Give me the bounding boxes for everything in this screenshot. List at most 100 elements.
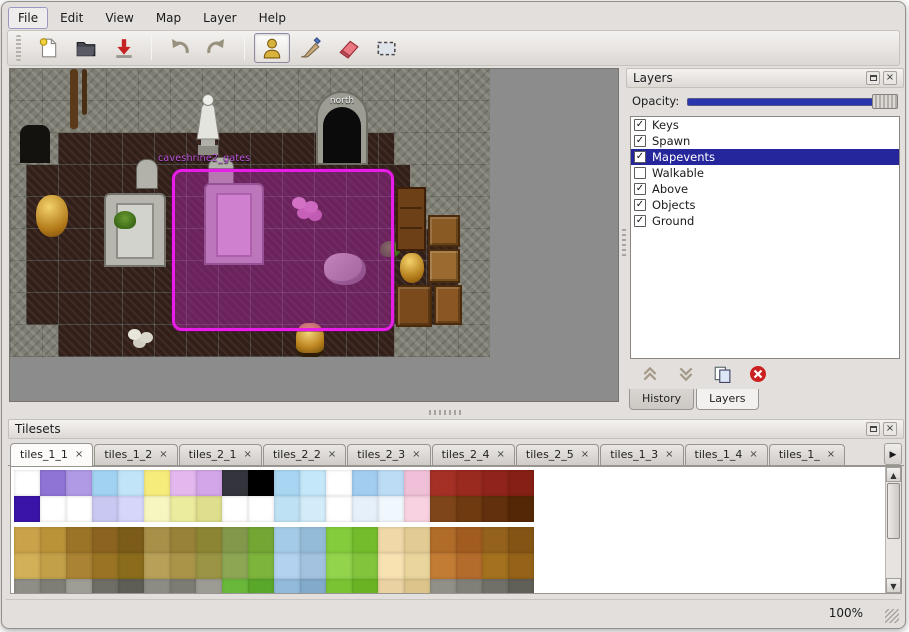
tile-swatch[interactable] xyxy=(92,470,118,496)
tile-swatch[interactable] xyxy=(170,553,196,579)
tile-swatch[interactable] xyxy=(508,470,534,496)
tile-swatch[interactable] xyxy=(274,553,300,579)
tab-scroll-right-button[interactable]: ▶ xyxy=(884,443,902,465)
tile-swatch[interactable] xyxy=(274,496,300,522)
tile-swatch[interactable] xyxy=(352,553,378,579)
tab-close-icon[interactable]: × xyxy=(412,450,420,460)
tile-swatch[interactable] xyxy=(508,553,534,579)
tile-swatch[interactable] xyxy=(378,579,404,594)
eraser-tool-button[interactable] xyxy=(330,33,366,63)
layer-row-objects[interactable]: ✓Objects xyxy=(631,197,899,213)
place-character-tool-button[interactable] xyxy=(254,33,290,63)
float-panel-button[interactable] xyxy=(866,71,880,85)
tile-swatch[interactable] xyxy=(300,553,326,579)
tile-swatch[interactable] xyxy=(404,553,430,579)
tile-swatch[interactable] xyxy=(508,496,534,522)
tile-swatch[interactable] xyxy=(378,470,404,496)
layer-visibility-checkbox[interactable]: ✓ xyxy=(634,151,646,163)
tileset-tab-tiles_2_3[interactable]: tiles_2_3× xyxy=(347,444,430,465)
layer-visibility-checkbox[interactable]: ✓ xyxy=(634,135,646,147)
tile-swatch[interactable] xyxy=(118,527,144,553)
tile-swatch[interactable] xyxy=(40,579,66,594)
tileset-tab-tiles_2_1[interactable]: tiles_2_1× xyxy=(179,444,262,465)
toolbar-handle[interactable] xyxy=(16,35,21,61)
tile-swatch[interactable] xyxy=(14,579,40,594)
menu-item-file[interactable]: File xyxy=(8,7,48,29)
tab-close-icon[interactable]: × xyxy=(827,450,835,460)
tileset-tab-tiles_2_5[interactable]: tiles_2_5× xyxy=(516,444,599,465)
tile-swatch[interactable] xyxy=(222,470,248,496)
tile-swatch[interactable] xyxy=(222,496,248,522)
select-region-tool-button[interactable] xyxy=(368,33,404,63)
tile-swatch[interactable] xyxy=(248,527,274,553)
tile-swatch[interactable] xyxy=(14,527,40,553)
tile-swatch[interactable] xyxy=(456,527,482,553)
tile-swatch[interactable] xyxy=(378,527,404,553)
tile-swatch[interactable] xyxy=(144,553,170,579)
tile-swatch[interactable] xyxy=(456,496,482,522)
layer-visibility-checkbox[interactable] xyxy=(634,167,646,179)
tile-swatch[interactable] xyxy=(248,579,274,594)
tile-swatch[interactable] xyxy=(482,527,508,553)
tile-swatch[interactable] xyxy=(352,496,378,522)
tile-swatch[interactable] xyxy=(118,496,144,522)
tile-swatch[interactable] xyxy=(196,470,222,496)
menu-item-view[interactable]: View xyxy=(95,7,143,29)
tile-swatch[interactable] xyxy=(14,496,40,522)
tile-swatch[interactable] xyxy=(430,527,456,553)
tile-swatch[interactable] xyxy=(482,579,508,594)
scrollbar-thumb[interactable] xyxy=(887,483,900,539)
layer-row-spawn[interactable]: ✓Spawn xyxy=(631,133,899,149)
tile-swatch[interactable] xyxy=(404,579,430,594)
layer-row-ground[interactable]: ✓Ground xyxy=(631,213,899,229)
opacity-slider-handle[interactable] xyxy=(872,94,898,109)
tile-swatch[interactable] xyxy=(14,553,40,579)
new-map-button[interactable] xyxy=(30,33,66,63)
layer-row-keys[interactable]: ✓Keys xyxy=(631,117,899,133)
tile-swatch[interactable] xyxy=(274,470,300,496)
tab-close-icon[interactable]: × xyxy=(665,450,673,460)
tab-close-icon[interactable]: × xyxy=(581,450,589,460)
tile-swatch[interactable] xyxy=(92,496,118,522)
tileset-tab-tiles_1_2[interactable]: tiles_1_2× xyxy=(94,444,177,465)
layer-row-mapevents[interactable]: ✓Mapevents xyxy=(631,149,899,165)
tile-swatch[interactable] xyxy=(456,553,482,579)
tile-swatch[interactable] xyxy=(326,496,352,522)
splitter-grip[interactable] xyxy=(429,410,463,415)
map-canvas[interactable]: north caveshrine2_gates xyxy=(10,69,490,357)
tile-swatch[interactable] xyxy=(274,579,300,594)
tile-swatch[interactable] xyxy=(248,553,274,579)
tab-close-icon[interactable]: × xyxy=(244,450,252,460)
tile-swatch[interactable] xyxy=(248,496,274,522)
tile-swatch[interactable] xyxy=(66,579,92,594)
delete-layer-button[interactable] xyxy=(746,363,770,385)
tile-swatch[interactable] xyxy=(300,470,326,496)
tile-swatch[interactable] xyxy=(404,496,430,522)
tile-swatch[interactable] xyxy=(170,496,196,522)
tile-swatch[interactable] xyxy=(144,496,170,522)
tile-swatch[interactable] xyxy=(144,527,170,553)
lower-layer-button[interactable] xyxy=(674,363,698,385)
tile-swatch[interactable] xyxy=(66,496,92,522)
tileset-tab-tiles_2_4[interactable]: tiles_2_4× xyxy=(432,444,515,465)
tile-swatch[interactable] xyxy=(430,470,456,496)
redo-button[interactable] xyxy=(199,33,235,63)
tile-swatch[interactable] xyxy=(170,527,196,553)
layer-row-walkable[interactable]: Walkable xyxy=(631,165,899,181)
layer-visibility-checkbox[interactable]: ✓ xyxy=(634,199,646,211)
tileset-tab-tiles_2_2[interactable]: tiles_2_2× xyxy=(263,444,346,465)
tile-swatch[interactable] xyxy=(326,527,352,553)
tile-swatch[interactable] xyxy=(196,579,222,594)
tileset-tab-tiles_1_[interactable]: tiles_1_× xyxy=(769,444,845,465)
tile-swatch[interactable] xyxy=(508,527,534,553)
tile-swatch[interactable] xyxy=(170,470,196,496)
map-viewport[interactable]: north caveshrine2_gates xyxy=(9,68,619,402)
scroll-up-button[interactable]: ▲ xyxy=(886,467,901,482)
tile-swatch[interactable] xyxy=(456,470,482,496)
undo-button[interactable] xyxy=(161,33,197,63)
tile-swatch[interactable] xyxy=(456,579,482,594)
tile-swatch[interactable] xyxy=(404,470,430,496)
tile-swatch[interactable] xyxy=(170,579,196,594)
tile-swatch[interactable] xyxy=(352,579,378,594)
close-panel-button[interactable]: × xyxy=(883,422,897,436)
